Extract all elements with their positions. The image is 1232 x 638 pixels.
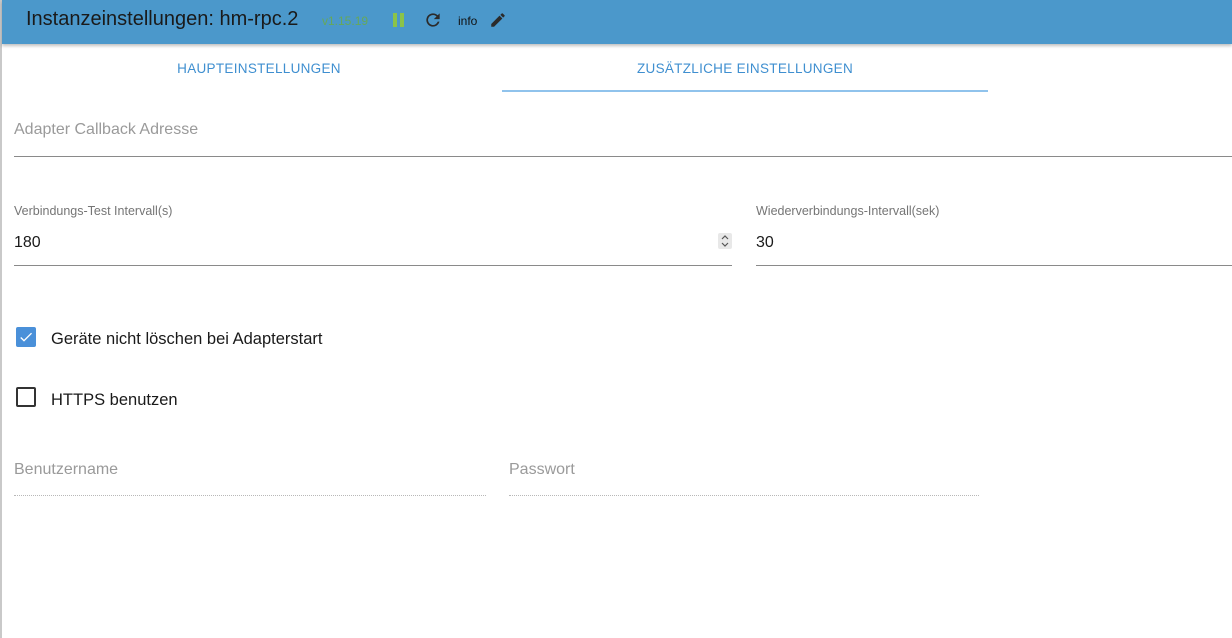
keep-devices-label: Geräte nicht löschen bei Adapterstart bbox=[51, 330, 323, 348]
spinner-arrows-icon bbox=[721, 235, 729, 247]
reconnect-interval-label: Wiederverbindungs-Intervall(sek) bbox=[756, 204, 940, 218]
check-icon bbox=[20, 332, 32, 342]
pause-icon bbox=[393, 13, 404, 27]
edit-button[interactable] bbox=[486, 8, 510, 32]
tab-additional-settings[interactable]: ZUSÄTZLICHE EINSTELLUNGEN bbox=[502, 44, 988, 92]
callback-address-underline bbox=[14, 156, 1232, 157]
use-https-label: HTTPS benutzen bbox=[51, 391, 178, 409]
password-underline bbox=[509, 495, 979, 496]
test-interval-underline bbox=[14, 265, 732, 266]
password-label: Passwort bbox=[509, 461, 575, 478]
reload-icon bbox=[426, 13, 440, 27]
username-label: Benutzername bbox=[14, 461, 119, 478]
page-title: Instanzeinstellungen: hm-rpc.2 bbox=[26, 8, 299, 30]
keep-devices-checkbox[interactable] bbox=[16, 327, 36, 347]
reconnect-interval-underline bbox=[756, 265, 1232, 266]
callback-address-label: Adapter Callback Adresse bbox=[14, 121, 199, 138]
test-interval-value[interactable]: 180 bbox=[14, 234, 41, 252]
info-link[interactable]: info bbox=[458, 14, 477, 28]
tab-main-settings[interactable]: HAUPTEINSTELLUNGEN bbox=[16, 44, 502, 92]
tab-bar: HAUPTEINSTELLUNGEN ZUSÄTZLICHE EINSTELLU… bbox=[2, 44, 1232, 92]
use-https-checkbox[interactable] bbox=[16, 387, 36, 407]
username-underline bbox=[14, 495, 486, 496]
test-interval-spinner[interactable] bbox=[718, 233, 732, 249]
instance-settings-page: Instanzeinstellungen: hm-rpc.2 v1.15.19 … bbox=[0, 0, 1232, 638]
reload-button[interactable] bbox=[421, 8, 445, 32]
active-tab-indicator bbox=[502, 90, 988, 92]
version-label: v1.15.19 bbox=[322, 14, 369, 28]
edit-pencil-icon bbox=[491, 13, 505, 27]
header-bar: Instanzeinstellungen: hm-rpc.2 v1.15.19 … bbox=[2, 0, 1232, 44]
test-interval-label: Verbindungs-Test Intervall(s) bbox=[14, 204, 173, 218]
pause-button[interactable] bbox=[387, 8, 411, 32]
reconnect-interval-value[interactable]: 30 bbox=[756, 234, 774, 252]
